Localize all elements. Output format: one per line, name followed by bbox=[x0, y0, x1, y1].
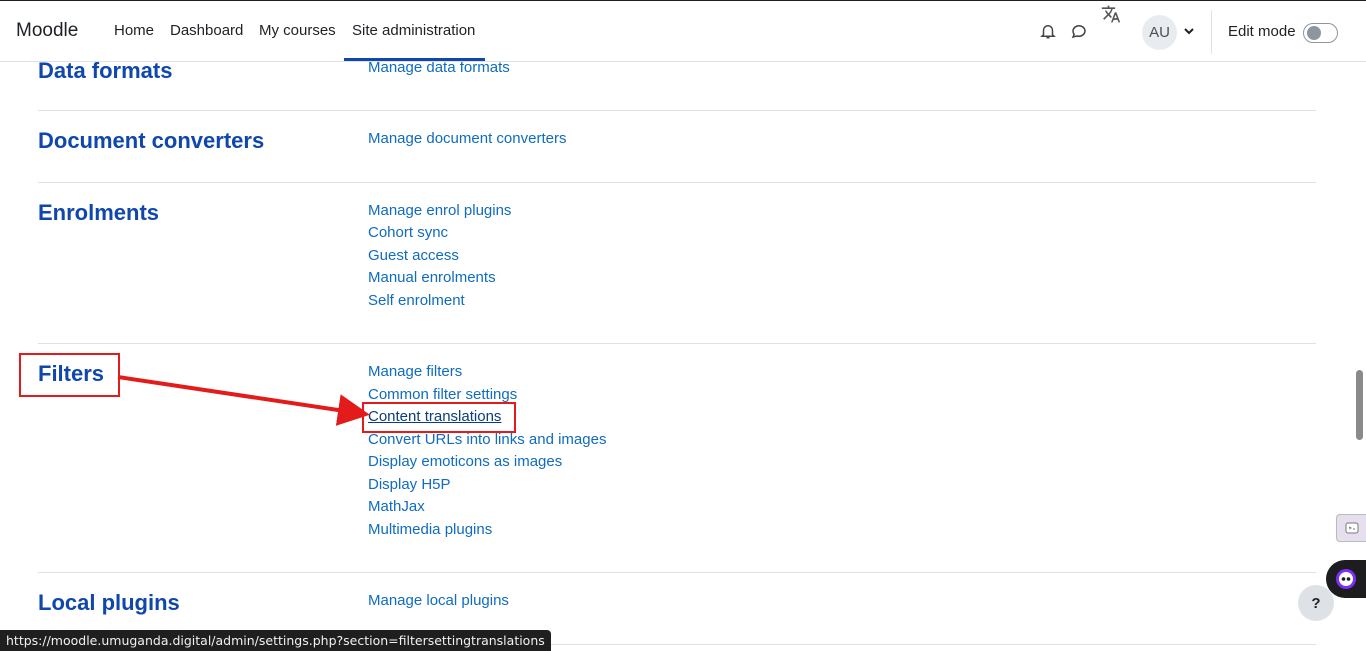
side-panel-tab-icon[interactable] bbox=[1336, 514, 1366, 542]
messages-chat-icon[interactable] bbox=[1069, 21, 1089, 41]
language-translate-icon[interactable] bbox=[1101, 4, 1121, 24]
site-brand[interactable]: Moodle bbox=[16, 20, 78, 42]
nav-site-administration[interactable]: Site administration bbox=[352, 22, 475, 39]
nav-home[interactable]: Home bbox=[114, 22, 154, 39]
page-scrollbar-thumb[interactable] bbox=[1356, 370, 1363, 440]
edit-mode-label: Edit mode bbox=[1228, 23, 1296, 40]
user-menu-chevron-down-icon[interactable] bbox=[1183, 25, 1195, 37]
browser-status-url: https://moodle.umuganda.digital/admin/se… bbox=[0, 630, 551, 651]
navbar-divider bbox=[1211, 10, 1212, 54]
nav-my-courses[interactable]: My courses bbox=[259, 22, 336, 39]
edit-mode-toggle-knob bbox=[1307, 26, 1321, 40]
user-avatar[interactable]: AU bbox=[1142, 15, 1177, 50]
edit-mode-toggle[interactable] bbox=[1303, 23, 1338, 43]
top-navbar: Moodle Home Dashboard My courses Site ad… bbox=[0, 0, 1366, 62]
help-button[interactable]: ? bbox=[1298, 585, 1334, 621]
annotation-arrow bbox=[117, 375, 370, 426]
notifications-bell-icon[interactable] bbox=[1038, 21, 1058, 41]
assistant-bot-icon[interactable] bbox=[1326, 560, 1366, 598]
nav-active-indicator bbox=[344, 58, 485, 61]
nav-dashboard[interactable]: Dashboard bbox=[170, 22, 243, 39]
